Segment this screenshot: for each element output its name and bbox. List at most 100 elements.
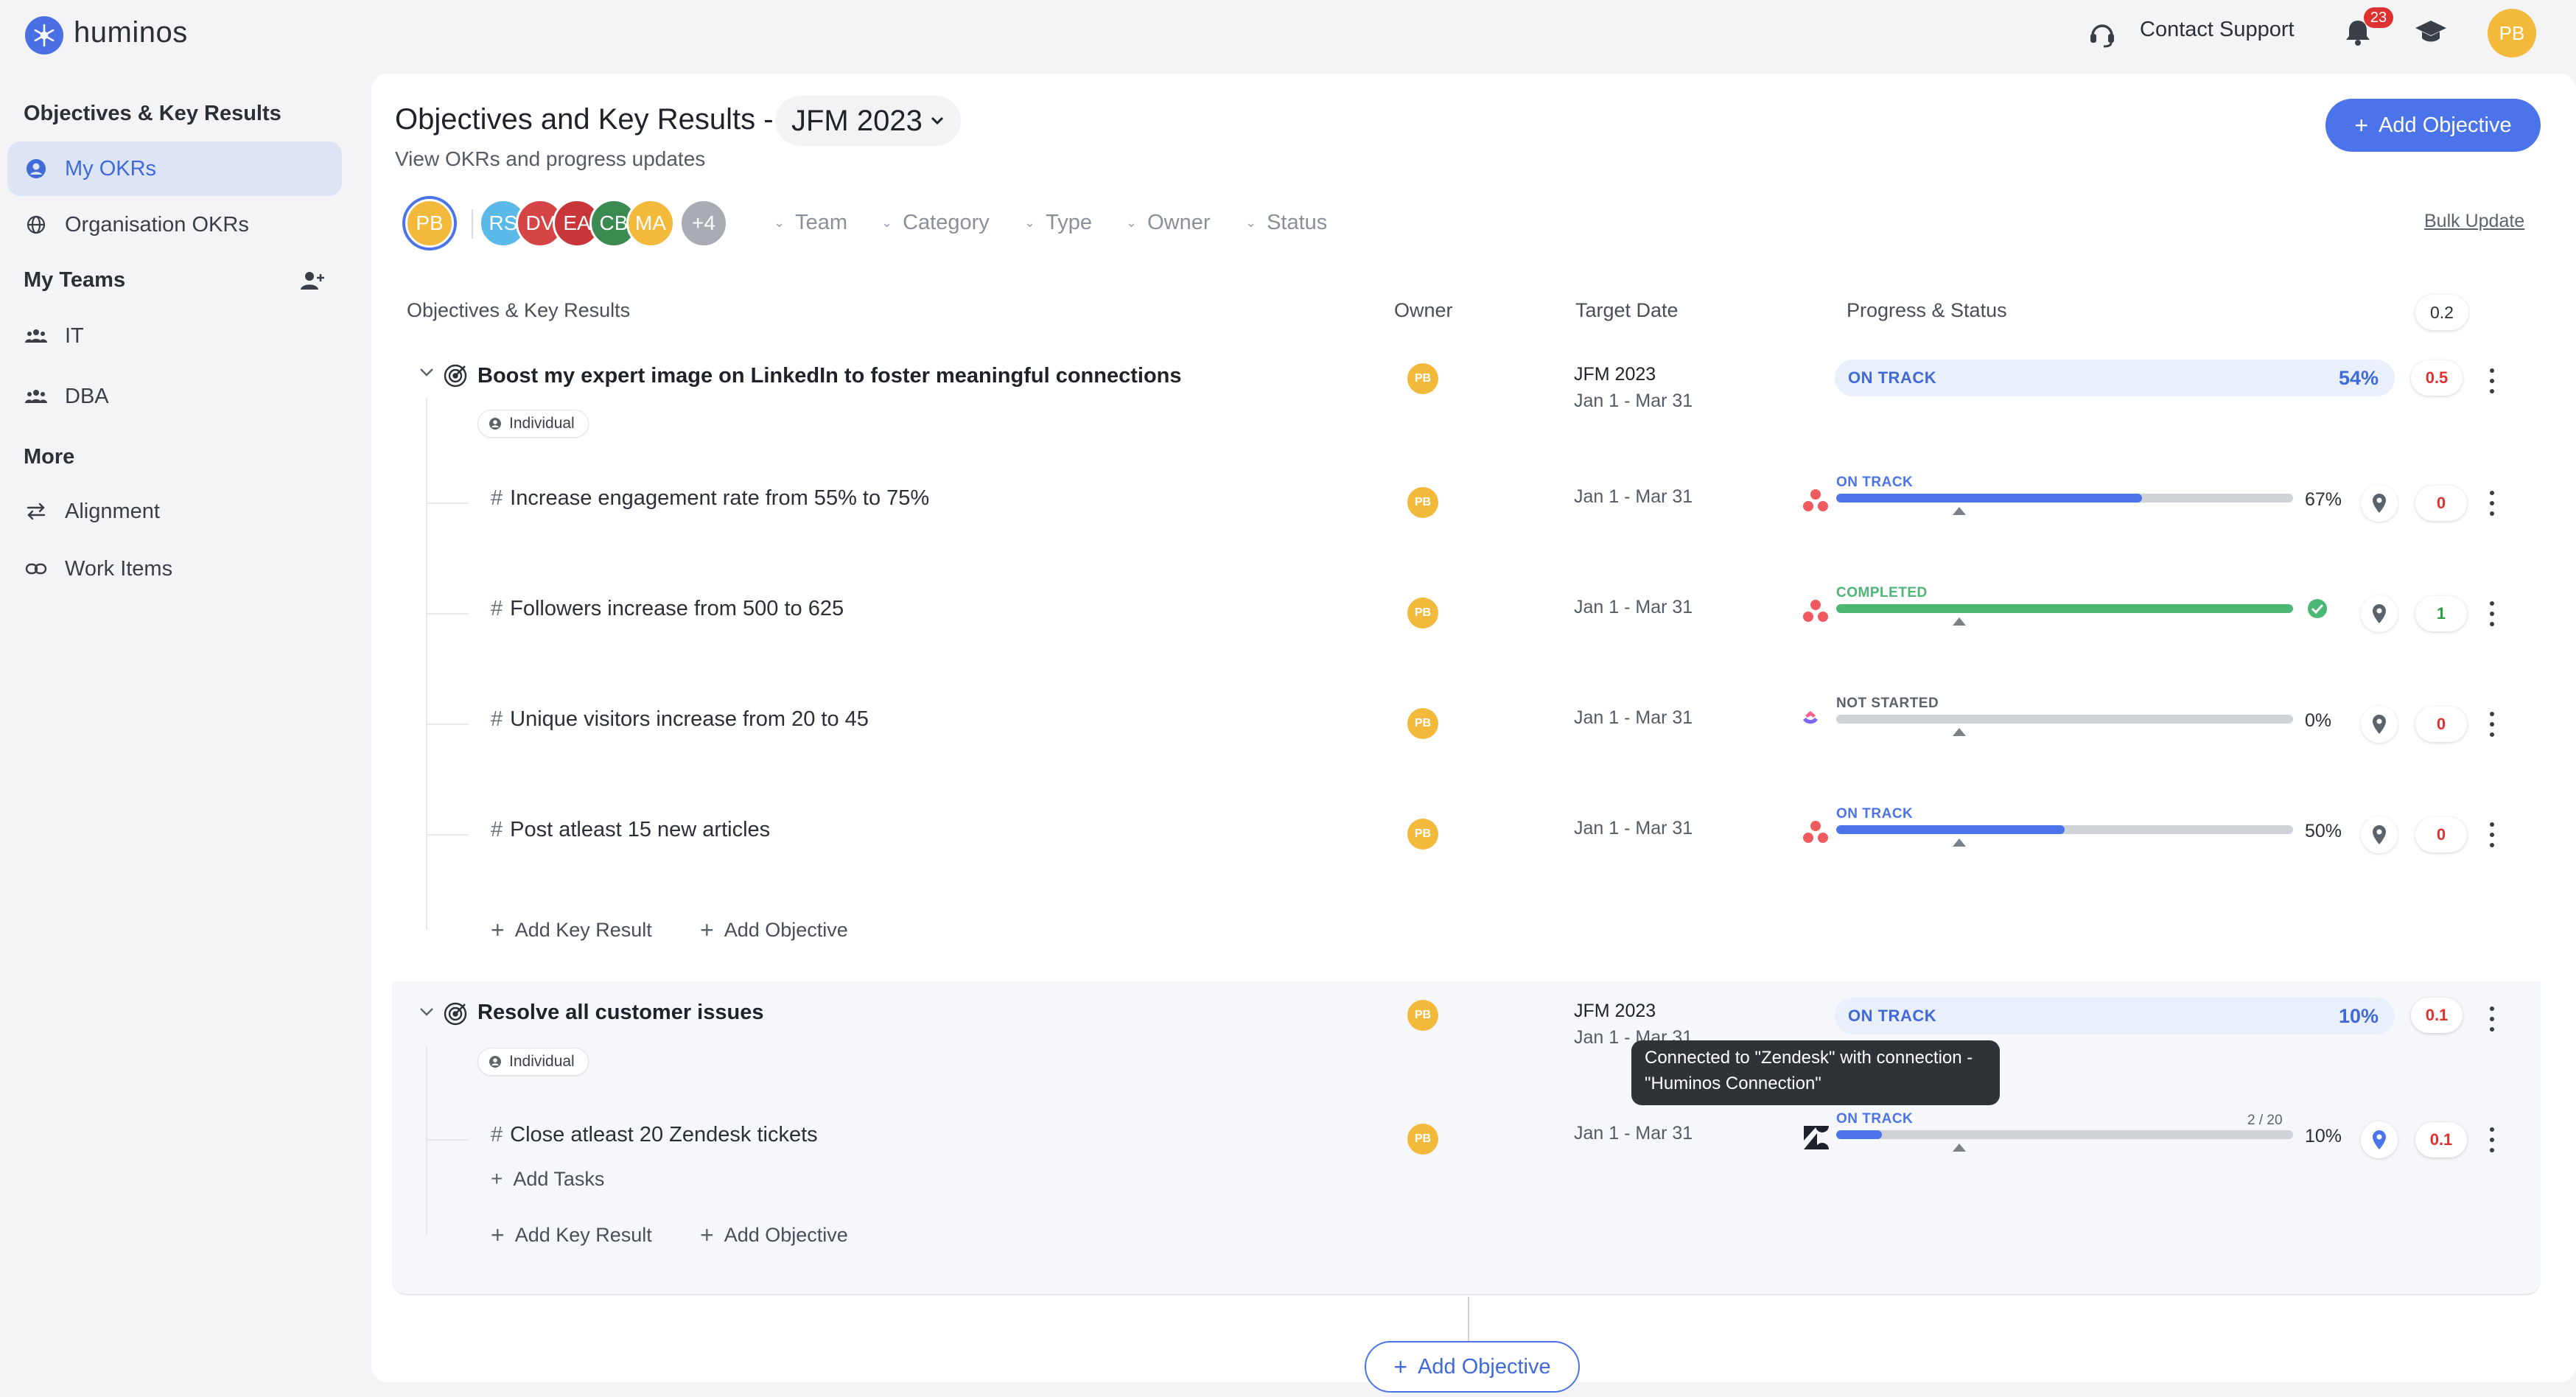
add-key-result-link[interactable]: + Add Key Result — [491, 1222, 652, 1249]
more-options-icon[interactable] — [2488, 368, 2496, 393]
add-key-result-label: Add Key Result — [514, 1224, 652, 1246]
owner-avatar[interactable]: PB — [1407, 598, 1438, 629]
hash-icon: # — [491, 707, 503, 731]
owner-avatar[interactable]: PB — [1407, 487, 1438, 518]
asana-integration-icon[interactable] — [1801, 818, 1830, 847]
location-pin-icon[interactable] — [2361, 595, 2398, 632]
zendesk-integration-icon[interactable] — [1801, 1123, 1830, 1152]
key-result-title[interactable]: # Increase engagement rate from 55% to 75… — [491, 486, 929, 511]
sidebar-item-my-okrs[interactable]: My OKRs — [7, 141, 342, 196]
key-result-label: Post atleast 15 new articles — [510, 818, 771, 841]
key-result-score[interactable]: 0 — [2415, 817, 2467, 852]
chevron-down-icon: ⌄ — [881, 215, 893, 230]
more-options-icon[interactable] — [2488, 712, 2496, 737]
progress-bar[interactable] — [1836, 494, 2293, 503]
key-result-score[interactable]: 0 — [2415, 486, 2467, 521]
chevron-down-icon[interactable] — [419, 367, 435, 379]
progress-bar[interactable] — [1836, 715, 2293, 724]
location-pin-icon[interactable] — [2361, 485, 2398, 522]
sidebar-item-label: DBA — [65, 384, 109, 408]
key-result-score[interactable]: 1 — [2415, 596, 2467, 631]
asana-integration-icon[interactable] — [1801, 486, 1830, 516]
avatar-person[interactable]: MA — [626, 199, 675, 248]
filter-team[interactable]: ⌄ Team — [774, 211, 847, 235]
hash-icon: # — [491, 1123, 503, 1146]
add-objective-link[interactable]: + Add Objective — [700, 1222, 848, 1249]
headset-icon[interactable] — [2087, 18, 2118, 49]
key-result-dates: Jan 1 - Mar 31 — [1574, 818, 1693, 838]
add-objective-label: Add Objective — [1418, 1354, 1551, 1379]
progress-bar[interactable] — [1836, 604, 2293, 613]
key-result-score[interactable]: 0 — [2415, 707, 2467, 742]
sidebar-item-team-dba[interactable]: DBA — [7, 369, 342, 424]
filter-label: Team — [795, 211, 848, 234]
location-pin-icon[interactable] — [2361, 1121, 2398, 1158]
more-options-icon[interactable] — [2488, 491, 2496, 516]
owner-avatar[interactable]: PB — [1407, 1000, 1438, 1031]
sidebar-section-more: More — [24, 445, 75, 469]
column-header-objectives: Objectives & Key Results — [407, 299, 631, 321]
contact-support-link[interactable]: Contact Support — [2140, 18, 2295, 42]
clickup-integration-icon[interactable] — [1801, 707, 1820, 726]
key-result-status: ON TRACK — [1836, 475, 1914, 490]
user-avatar[interactable]: PB — [2488, 9, 2536, 57]
add-user-icon[interactable] — [298, 270, 326, 292]
key-result-title[interactable]: # Followers increase from 500 to 625 — [491, 597, 844, 621]
location-pin-icon[interactable] — [2361, 706, 2398, 743]
objective-score[interactable]: 0.5 — [2411, 360, 2463, 396]
objective-title[interactable]: Resolve all customer issues — [477, 1001, 763, 1025]
more-options-icon[interactable] — [2488, 601, 2496, 626]
asana-integration-icon[interactable] — [1801, 597, 1830, 626]
sidebar-item-team-it[interactable]: IT — [7, 309, 342, 363]
progress-bar[interactable] — [1836, 825, 2293, 834]
expected-progress-marker — [1953, 728, 1966, 736]
objective-status-pill[interactable]: ON TRACK 10% — [1835, 998, 2395, 1034]
owner-avatar[interactable]: PB — [1407, 708, 1438, 739]
link-icon — [25, 558, 47, 580]
owner-avatar[interactable]: PB — [1407, 363, 1438, 394]
sidebar-item-alignment[interactable]: Alignment — [7, 484, 342, 539]
user-circle-icon — [489, 1056, 501, 1068]
add-objective-button[interactable]: + Add Objective — [2325, 99, 2541, 152]
huminos-logo-icon[interactable] — [25, 16, 63, 55]
objective-status-pill[interactable]: ON TRACK 54% — [1835, 360, 2395, 396]
key-result-label: Close atleast 20 Zendesk tickets — [510, 1123, 818, 1146]
app-name[interactable]: huminos — [74, 16, 188, 49]
avatar-selected[interactable]: PB — [405, 199, 454, 248]
owner-avatar[interactable]: PB — [1407, 1124, 1438, 1155]
location-pin-icon[interactable] — [2361, 816, 2398, 853]
more-options-icon[interactable] — [2488, 1127, 2496, 1152]
objective-cycle: JFM 2023 — [1574, 1001, 1656, 1021]
add-objective-bottom-button[interactable]: + Add Objective — [1365, 1341, 1580, 1393]
filter-type[interactable]: ⌄ Type — [1024, 211, 1092, 235]
graduation-cap-icon[interactable] — [2414, 18, 2448, 47]
progress-bar[interactable] — [1836, 1130, 2293, 1139]
key-result-title[interactable]: # Close atleast 20 Zendesk tickets — [491, 1123, 818, 1147]
sidebar-item-organisation-okrs[interactable]: Organisation OKRs — [7, 197, 342, 252]
objective-title[interactable]: Boost my expert image on LinkedIn to fos… — [477, 364, 1182, 388]
filter-status[interactable]: ⌄ Status — [1245, 211, 1327, 235]
owner-avatar[interactable]: PB — [1407, 819, 1438, 850]
bulk-update-link[interactable]: Bulk Update — [2424, 211, 2524, 232]
key-result-title[interactable]: # Post atleast 15 new articles — [491, 818, 770, 842]
add-tasks-link[interactable]: + Add Tasks — [491, 1167, 604, 1191]
plus-icon: + — [700, 1222, 714, 1248]
add-objective-link[interactable]: + Add Objective — [700, 917, 848, 944]
team-icon — [25, 385, 47, 407]
tag-label: Individual — [509, 415, 575, 432]
filter-owner[interactable]: ⌄ Owner — [1126, 211, 1211, 235]
key-result-title[interactable]: # Unique visitors increase from 20 to 45 — [491, 707, 869, 732]
cycle-selector[interactable]: JFM 2023 — [775, 96, 961, 146]
add-key-result-link[interactable]: + Add Key Result — [491, 917, 652, 944]
tree-line — [426, 1046, 427, 1235]
progress-percent: 54% — [2338, 366, 2379, 389]
objective-score[interactable]: 0.1 — [2411, 998, 2463, 1033]
more-options-icon[interactable] — [2488, 1006, 2496, 1032]
avatar-more[interactable]: +4 — [679, 199, 728, 248]
key-result-score[interactable]: 0.1 — [2415, 1122, 2467, 1158]
filter-category[interactable]: ⌄ Category — [881, 211, 990, 235]
chevron-down-icon: ⌄ — [1126, 215, 1138, 230]
sidebar-item-work-items[interactable]: Work Items — [7, 542, 342, 596]
chevron-down-icon[interactable] — [419, 1006, 435, 1018]
more-options-icon[interactable] — [2488, 822, 2496, 847]
